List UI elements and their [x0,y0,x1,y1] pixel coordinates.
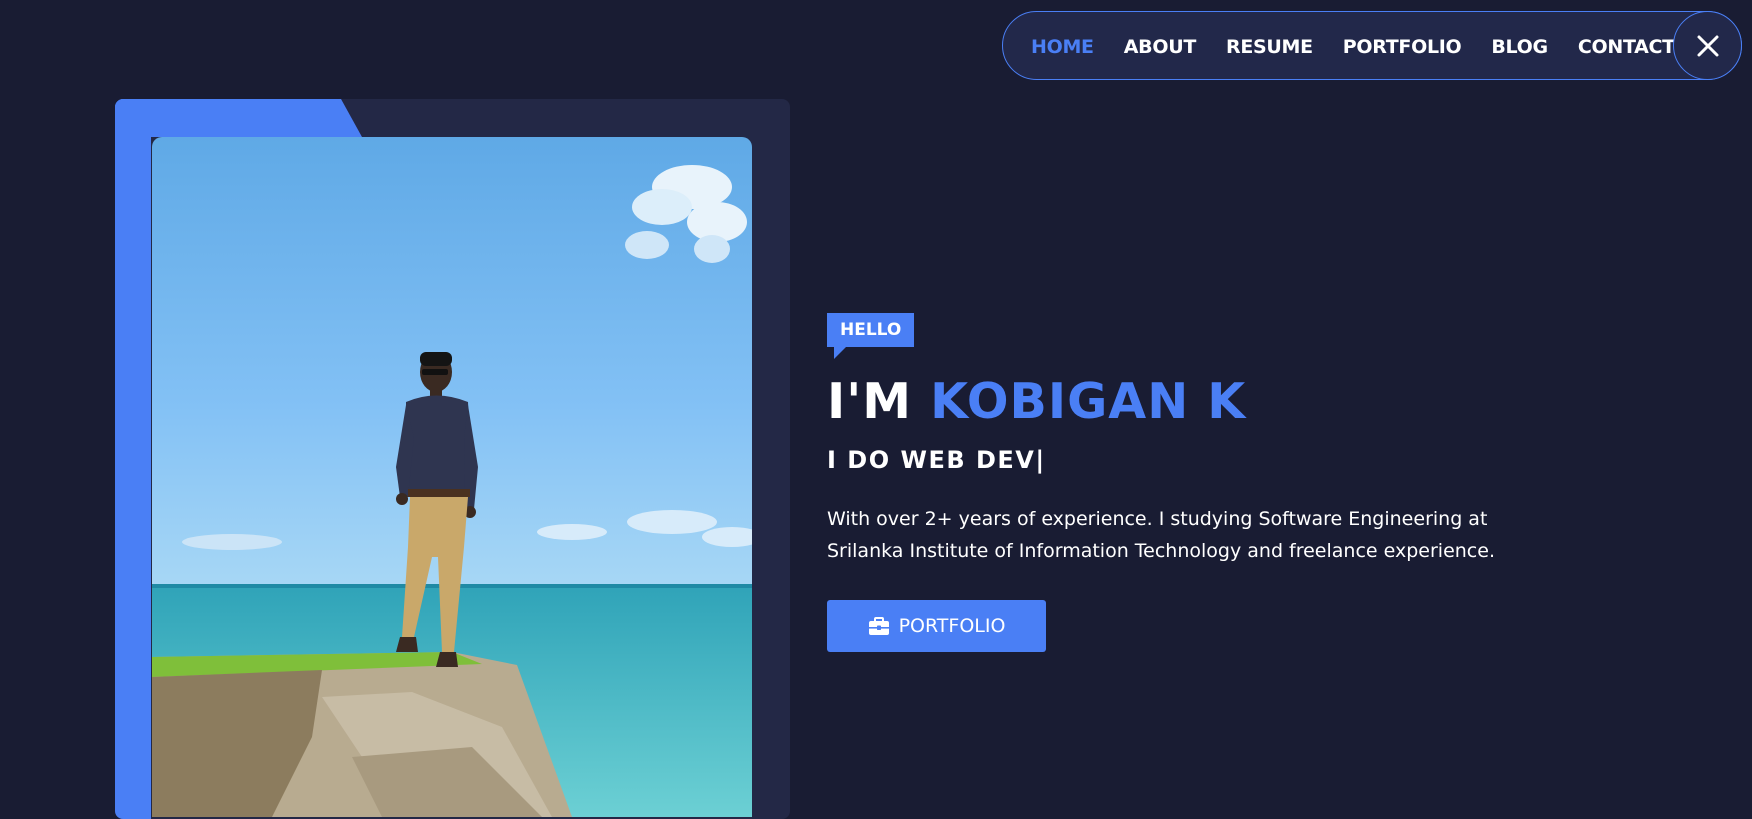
title-prefix: I'M [827,373,912,430]
nav-item-about[interactable]: ABOUT [1124,36,1197,58]
nav-item-blog[interactable]: BLOG [1491,36,1548,58]
portfolio-button-label: PORTFOLIO [898,615,1006,637]
nav-item-home[interactable]: HOME [1031,36,1094,58]
portfolio-button[interactable]: PORTFOLIO [827,600,1046,652]
main-nav: HOME ABOUT RESUME PORTFOLIO BLOG CONTACT [1002,11,1742,80]
title-name: KOBIGAN K [930,373,1247,430]
briefcase-icon [868,616,889,635]
nav-item-portfolio[interactable]: PORTFOLIO [1343,36,1462,58]
profile-photo [152,137,752,817]
bio-line-2: Srilanka Institute of Information Techno… [827,540,1495,562]
hello-badge-tail [834,346,847,359]
hello-badge: HELLO [827,313,915,347]
nav-menu: HOME ABOUT RESUME PORTFOLIO BLOG CONTACT [1031,12,1705,81]
nav-item-resume[interactable]: RESUME [1226,36,1313,58]
profile-photo-illustration [152,137,752,817]
nav-item-contact[interactable]: CONTACT [1578,36,1675,58]
card-accent-tab [115,99,362,137]
hero-title: I'M KOBIGAN K [827,372,1246,432]
close-icon [1697,35,1719,57]
bio-line-1: With over 2+ years of experience. I stud… [827,508,1488,530]
menu-close-button[interactable] [1673,11,1742,80]
card-accent-bar [115,99,151,819]
hero-tagline: I DO WEB DEV| [827,446,1046,474]
hero-bio: With over 2+ years of experience. I stud… [827,503,1527,567]
